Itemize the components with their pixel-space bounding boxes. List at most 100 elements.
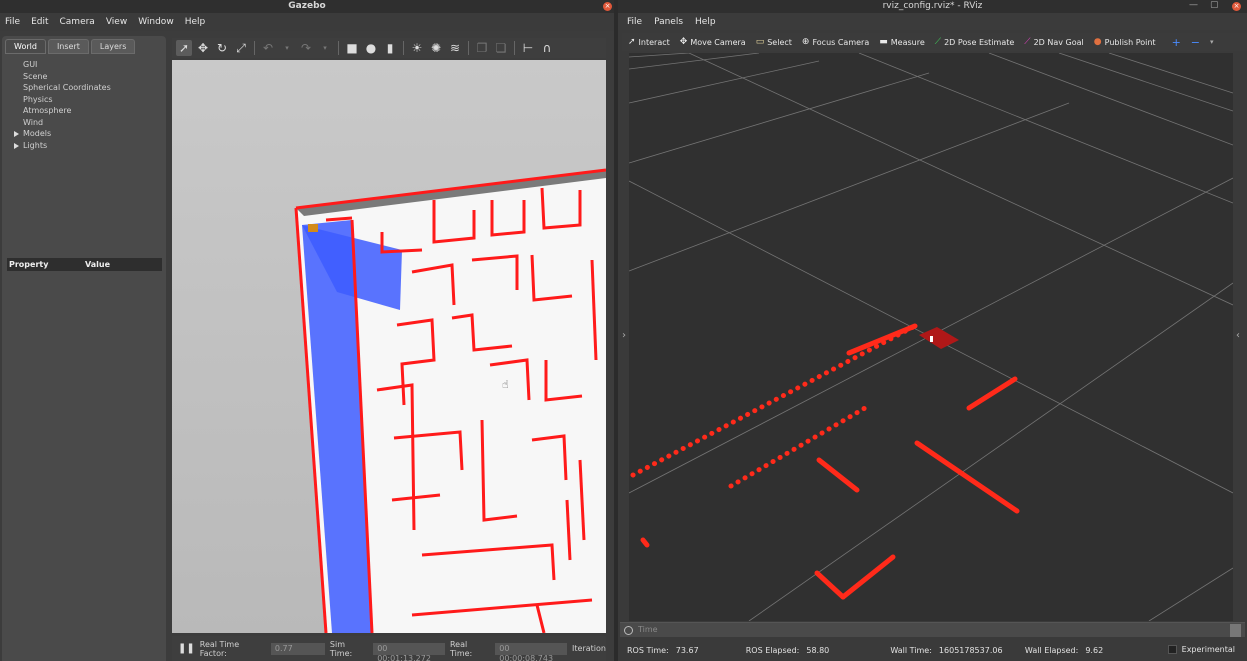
rviz-minimize-icon[interactable]: — xyxy=(1189,0,1198,10)
tool-2d-pose-estimate-label: 2D Pose Estimate xyxy=(944,37,1015,47)
sphere-shape-icon[interactable]: ● xyxy=(363,40,379,56)
rviz-title: rviz_config.rviz* - RViz xyxy=(618,0,1247,13)
arrow-green-icon: ⟋ xyxy=(934,37,942,47)
toolbar-separator xyxy=(514,41,515,55)
time-panel: Time xyxy=(620,622,1245,637)
gazebo-left-panel: World Insert Layers GUI Scene Spherical … xyxy=(2,36,166,661)
tool-move-camera[interactable]: ✥ Move Camera xyxy=(680,37,746,47)
menu-window[interactable]: Window xyxy=(138,17,174,27)
tool-measure[interactable]: ▬ Measure xyxy=(879,37,925,47)
gazebo-menubar: File Edit Camera View Window Help xyxy=(0,13,614,31)
toolbar-separator xyxy=(403,41,404,55)
directional-light-icon[interactable]: ≋ xyxy=(447,40,463,56)
focus-icon: ⊕ xyxy=(801,37,810,47)
ros-elapsed-label: ROS Elapsed: xyxy=(745,646,800,655)
box-shape-icon[interactable]: ■ xyxy=(344,40,360,56)
tree-item-scene[interactable]: Scene xyxy=(5,71,163,83)
select-mode-icon[interactable]: ➚ xyxy=(176,40,192,56)
menu-view[interactable]: View xyxy=(106,17,127,27)
tab-insert[interactable]: Insert xyxy=(47,39,89,54)
gazebo-tabs: World Insert Layers xyxy=(2,36,166,54)
right-panel-toggle-icon[interactable]: ‹ xyxy=(1236,330,1240,341)
copy-icon[interactable]: ❐ xyxy=(474,40,490,56)
rviz-status-bar: ROS Time: 73.67 ROS Elapsed: 58.80 Wall … xyxy=(618,640,1247,661)
tool-move-camera-label: Move Camera xyxy=(690,37,746,47)
align-icon[interactable]: ⊢ xyxy=(520,40,536,56)
tree-item-gui[interactable]: GUI xyxy=(5,59,163,71)
toolbar-separator xyxy=(338,41,339,55)
menu-help[interactable]: Help xyxy=(185,17,206,27)
toolbar-separator xyxy=(254,41,255,55)
tree-item-spherical-coordinates[interactable]: Spherical Coordinates xyxy=(5,82,163,94)
value-column-header: Value xyxy=(85,260,111,269)
ruler-icon: ▬ xyxy=(879,37,888,47)
tree-item-wind[interactable]: Wind xyxy=(5,117,163,129)
arrow-pink-icon: ⟋ xyxy=(1024,37,1031,47)
tool-dropdown-icon[interactable]: ▾ xyxy=(1210,38,1214,46)
tool-select[interactable]: ▭ Select xyxy=(756,37,792,47)
redo-dropdown-icon[interactable]: ▾ xyxy=(317,40,333,56)
gazebo-status-bar: ❚❚ Real Time Factor: 0.77 Sim Time: 00 0… xyxy=(172,636,606,661)
property-table-header: Property Value xyxy=(7,258,162,271)
gazebo-3d-viewport[interactable]: ☝ xyxy=(172,60,606,633)
real-time-factor-value: 0.77 xyxy=(270,642,325,655)
paste-icon[interactable]: ❏ xyxy=(493,40,509,56)
tree-item-atmosphere[interactable]: Atmosphere xyxy=(5,105,163,117)
snap-icon[interactable]: ∩ xyxy=(539,40,555,56)
rviz-maximize-icon[interactable]: ▢ xyxy=(1210,0,1219,10)
rviz-scene xyxy=(629,53,1233,621)
left-panel-toggle-icon[interactable]: › xyxy=(622,330,626,341)
select-icon: ▭ xyxy=(755,37,765,47)
tab-layers[interactable]: Layers xyxy=(90,39,136,54)
undo-icon[interactable]: ↶ xyxy=(260,40,276,56)
tree-item-lights[interactable]: Lights xyxy=(5,140,163,152)
tool-2d-pose-estimate[interactable]: ⟋ 2D Pose Estimate xyxy=(935,37,1015,47)
tool-2d-nav-goal-label: 2D Nav Goal xyxy=(1033,37,1084,47)
gazebo-close-icon[interactable]: × xyxy=(603,2,612,11)
world-tree: GUI Scene Spherical Coordinates Physics … xyxy=(5,54,163,252)
redo-icon[interactable]: ↷ xyxy=(298,40,314,56)
cylinder-shape-icon[interactable]: ▮ xyxy=(382,40,398,56)
tool-2d-nav-goal[interactable]: ⟋ 2D Nav Goal xyxy=(1024,37,1084,47)
clock-icon xyxy=(624,626,633,635)
tool-publish-point-label: Publish Point xyxy=(1104,37,1156,47)
tool-publish-point[interactable]: ● Publish Point xyxy=(1094,37,1156,47)
tool-interact[interactable]: ➚ Interact xyxy=(628,37,670,47)
undo-dropdown-icon[interactable]: ▾ xyxy=(279,40,295,56)
add-tool-icon[interactable]: + xyxy=(1172,36,1181,49)
move-icon: ✥ xyxy=(679,37,688,47)
property-column-header: Property xyxy=(9,260,49,269)
rotate-mode-icon[interactable]: ↻ xyxy=(214,40,230,56)
time-panel-button[interactable] xyxy=(1230,624,1241,637)
scale-mode-icon[interactable]: ⤢ xyxy=(233,40,249,56)
tool-measure-label: Measure xyxy=(890,37,925,47)
tree-item-models[interactable]: Models xyxy=(5,128,163,140)
ros-time-value: 73.67 xyxy=(675,646,699,655)
menu-camera[interactable]: Camera xyxy=(60,17,95,27)
wall-time-value: 1605178537.06 xyxy=(938,646,1003,655)
rviz-menubar: File Panels Help xyxy=(618,13,1247,30)
rviz-menu-help[interactable]: Help xyxy=(695,17,716,27)
checkbox-icon[interactable] xyxy=(1167,645,1177,654)
remove-tool-icon[interactable]: − xyxy=(1191,36,1200,49)
tool-focus-camera[interactable]: ⊕ Focus Camera xyxy=(802,37,869,47)
point-light-icon[interactable]: ☀ xyxy=(409,40,425,56)
rviz-3d-viewport[interactable] xyxy=(629,53,1233,621)
hand-cursor-icon: ☝ xyxy=(502,378,509,391)
tab-world[interactable]: World xyxy=(5,39,46,54)
translate-mode-icon[interactable]: ✥ xyxy=(195,40,211,56)
rviz-menu-panels[interactable]: Panels xyxy=(654,17,683,27)
robot-model[interactable] xyxy=(308,224,318,232)
wall-time-label: Wall Time: xyxy=(890,646,932,655)
spot-light-icon[interactable]: ✺ xyxy=(428,40,444,56)
pause-icon[interactable]: ❚❚ xyxy=(178,643,195,654)
menu-file[interactable]: File xyxy=(5,17,20,27)
real-time-label: Real Time: xyxy=(449,639,473,658)
rviz-close-icon[interactable]: × xyxy=(1232,2,1241,11)
experimental-checkbox[interactable]: Experimental xyxy=(1167,645,1235,654)
rviz-menu-file[interactable]: File xyxy=(627,17,642,27)
tree-item-physics[interactable]: Physics xyxy=(5,94,163,106)
menu-edit[interactable]: Edit xyxy=(31,17,48,27)
tool-interact-label: Interact xyxy=(638,37,670,47)
wall-elapsed-value: 9.62 xyxy=(1085,646,1104,655)
